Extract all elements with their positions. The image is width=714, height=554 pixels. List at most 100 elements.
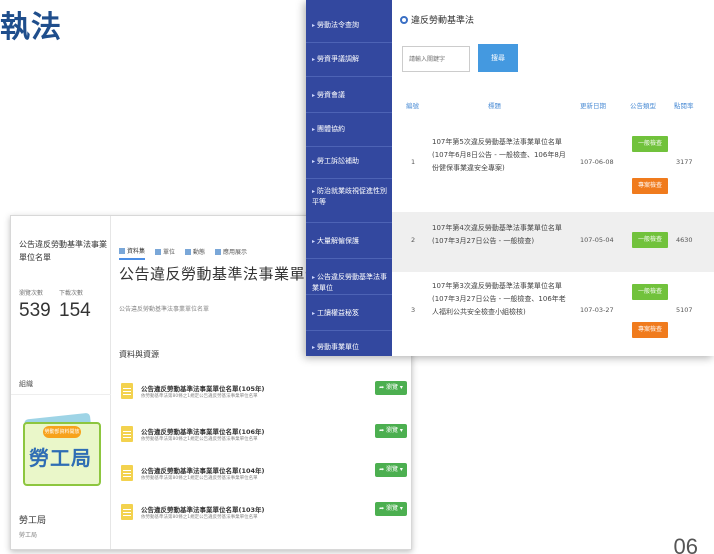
section-title-text: 違反勞動基準法 <box>411 16 475 26</box>
explore-button[interactable]: ➦ 瀏覽 ▾ <box>375 381 407 395</box>
tab-label: 單位 <box>163 249 176 256</box>
resource-item: 公告違反勞動基準法事業單位名單(103年) 依勞動基準法第80條之1規定公告違反… <box>119 502 407 532</box>
header-views: 點閱率 <box>674 102 694 110</box>
dataset-subtitle: 公告違反勞動基準法事業單位名單 <box>119 306 210 313</box>
row-title[interactable]: 107年第3次違反勞動基準法事業單位名單(107年3月27日公告 - 一般檢查、… <box>432 280 570 319</box>
tab-organization[interactable]: 單位 <box>155 246 175 260</box>
org-section-label: 組織 <box>19 380 33 388</box>
nav-item-labor-units[interactable]: 勞動事業單位 <box>306 342 392 353</box>
tab-label: 動態 <box>193 249 206 256</box>
circle-bullet-icon <box>400 15 408 24</box>
nav-item-work-study-guide[interactable]: 工讀權益秘笈 <box>306 308 392 319</box>
nav-divider <box>306 178 392 179</box>
downloads-value: 154 <box>59 300 91 321</box>
resource-desc: 依勞動基準法第80條之1規定公告違反勞基法事業單位名單 <box>141 394 258 399</box>
dataset-name: 公告違反勞動基準法事業單位名單 <box>19 240 107 262</box>
resource-title[interactable]: 公告違反勞動基準法事業單位名單(103年) <box>141 504 265 514</box>
file-icon <box>121 426 133 442</box>
logo-badge: 勞動部資料開放 <box>43 426 81 438</box>
explore-button[interactable]: ➦ 瀏覽 ▾ <box>375 424 407 438</box>
resource-item: 公告違反勞動基準法事業單位名單(106年) 依勞動基準法第80條之1規定公告違反… <box>119 424 407 454</box>
tag-general: 一般檢查 <box>632 232 668 248</box>
table-row: 2 107年第4次違反勞動基準法事業單位名單(107年3月27日公告 - 一般檢… <box>392 212 714 272</box>
nav-item-labor-meeting[interactable]: 勞資會議 <box>306 90 392 101</box>
nav-item-gender-equality[interactable]: 防治就業歧視促進性別平等 <box>306 186 392 208</box>
nav-divider <box>306 42 392 43</box>
table-row: 3 107年第3次違反勞動基準法事業單位名單(107年3月27日公告 - 一般檢… <box>392 272 714 356</box>
dataset-sidebar: 公告違反勞動基準法事業單位名單 瀏覽次數 539 下載次數 154 組織 勞動部… <box>11 216 111 549</box>
row-date: 107-06-08 <box>580 158 614 166</box>
downloads-label: 下載次數 <box>59 290 84 297</box>
resource-title[interactable]: 公告違反勞動基準法事業單位名單(106年) <box>141 426 265 436</box>
tab-label: 應用展示 <box>223 249 248 256</box>
nav-item-litigation-subsidy[interactable]: 勞工訴訟補助 <box>306 156 392 167</box>
row-title[interactable]: 107年第4次違反勞動基準法事業單位名單(107年3月27日公告 - 一般檢查) <box>432 222 570 248</box>
header-type: 公告類型 <box>630 102 656 110</box>
dataset-icon <box>119 247 125 254</box>
nav-item-mass-layoff[interactable]: 大量解僱保護 <box>306 236 392 247</box>
header-date: 更新日期 <box>580 102 606 110</box>
slide-title: 執法 <box>0 10 62 45</box>
table-row: 1 107年第5次違反勞動基準法事業單位名單(107年6月8日公告 - 一般檢查… <box>392 128 714 212</box>
activity-icon <box>185 248 192 255</box>
nav-divider <box>306 258 392 259</box>
row-number: 1 <box>411 158 416 166</box>
row-title[interactable]: 107年第5次違反勞動基準法事業單位名單(107年6月8日公告 - 一般檢查、1… <box>432 136 570 175</box>
nav-divider <box>306 146 392 147</box>
resources-heading: 資料與資源 <box>119 350 159 359</box>
explore-label: 瀏覽 <box>386 384 399 391</box>
nav-item-dispute-mediation[interactable]: 勞資爭議調解 <box>306 54 392 65</box>
file-icon <box>121 504 133 520</box>
tag-special: 專案檢查 <box>632 322 668 338</box>
explore-label: 瀏覽 <box>386 427 399 434</box>
tag-general: 一般檢查 <box>632 136 668 152</box>
nav-item-violation-list[interactable]: 公告違反勞動基準法事業單位 <box>306 272 392 294</box>
row-date: 107-05-04 <box>580 236 614 244</box>
resource-desc: 依勞動基準法第80條之1規定公告違反勞基法事業單位名單 <box>141 437 258 442</box>
tag-general: 一般檢查 <box>632 284 668 300</box>
resource-desc: 依勞動基準法第80條之1規定公告違反勞基法事業單位名單 <box>141 476 258 481</box>
org-name[interactable]: 勞工局 <box>19 513 46 526</box>
views-value: 539 <box>19 300 51 321</box>
header-title: 標題 <box>488 102 501 110</box>
nav-item-law-search[interactable]: 勞動法令查詢 <box>306 20 392 31</box>
nav-item-collective-agreement[interactable]: 團體協約 <box>306 124 392 135</box>
resource-item: 公告違反勞動基準法事業單位名單(104年) 依勞動基準法第80條之1規定公告違反… <box>119 463 407 493</box>
downloads-stat: 下載次數 154 <box>59 288 91 322</box>
organization-icon <box>155 248 162 255</box>
explore-label: 瀏覽 <box>386 466 399 473</box>
resource-item: 公告違反勞動基準法事業單位名單(105年) 依勞動基準法第80條之1規定公告違反… <box>119 381 407 411</box>
file-icon <box>121 383 133 399</box>
labor-bureau-window: 勞動法令查詢 勞資爭議調解 勞資會議 團體協約 勞工訴訟補助 防治就業歧視促進性… <box>306 0 714 356</box>
views-stat: 瀏覽次數 539 <box>19 288 51 322</box>
violation-list-panel: 違反勞動基準法 搜尋 編號 標題 更新日期 公告類型 點閱率 1 107年第5次… <box>392 0 714 356</box>
explore-button[interactable]: ➦ 瀏覽 ▾ <box>375 463 407 477</box>
row-views: 3177 <box>676 158 693 166</box>
search-input[interactable] <box>402 46 470 72</box>
divider <box>11 394 111 395</box>
explore-button[interactable]: ➦ 瀏覽 ▾ <box>375 502 407 516</box>
nav-divider <box>306 222 392 223</box>
views-label: 瀏覽次數 <box>19 290 44 297</box>
header-number: 編號 <box>406 102 419 110</box>
explore-label: 瀏覽 <box>386 505 399 512</box>
search-button[interactable]: 搜尋 <box>478 44 518 72</box>
resource-title[interactable]: 公告違反勞動基準法事業單位名單(105年) <box>141 383 265 393</box>
tab-showcase[interactable]: 應用展示 <box>215 246 247 260</box>
labor-bureau-logo: 勞動部資料開放 勞工局 <box>23 412 103 488</box>
nav-divider <box>306 330 392 331</box>
row-number: 3 <box>411 306 416 314</box>
nav-divider <box>306 294 392 295</box>
logo-text: 勞工局 <box>29 446 92 470</box>
file-icon <box>121 465 133 481</box>
resource-title[interactable]: 公告違反勞動基準法事業單位名單(104年) <box>141 465 265 475</box>
tag-special: 專案檢查 <box>632 178 668 194</box>
nav-divider <box>306 76 392 77</box>
row-views: 4630 <box>676 236 693 244</box>
page-number: 06 <box>673 534 698 554</box>
resource-desc: 依勞動基準法第80條之1規定公告違反勞基法事業單位名單 <box>141 515 258 520</box>
tab-dataset[interactable]: 資料集 <box>119 246 146 260</box>
tab-activity[interactable]: 動態 <box>185 246 205 260</box>
side-nav: 勞動法令查詢 勞資爭議調解 勞資會議 團體協約 勞工訴訟補助 防治就業歧視促進性… <box>306 0 392 356</box>
section-title: 違反勞動基準法 <box>400 13 474 26</box>
